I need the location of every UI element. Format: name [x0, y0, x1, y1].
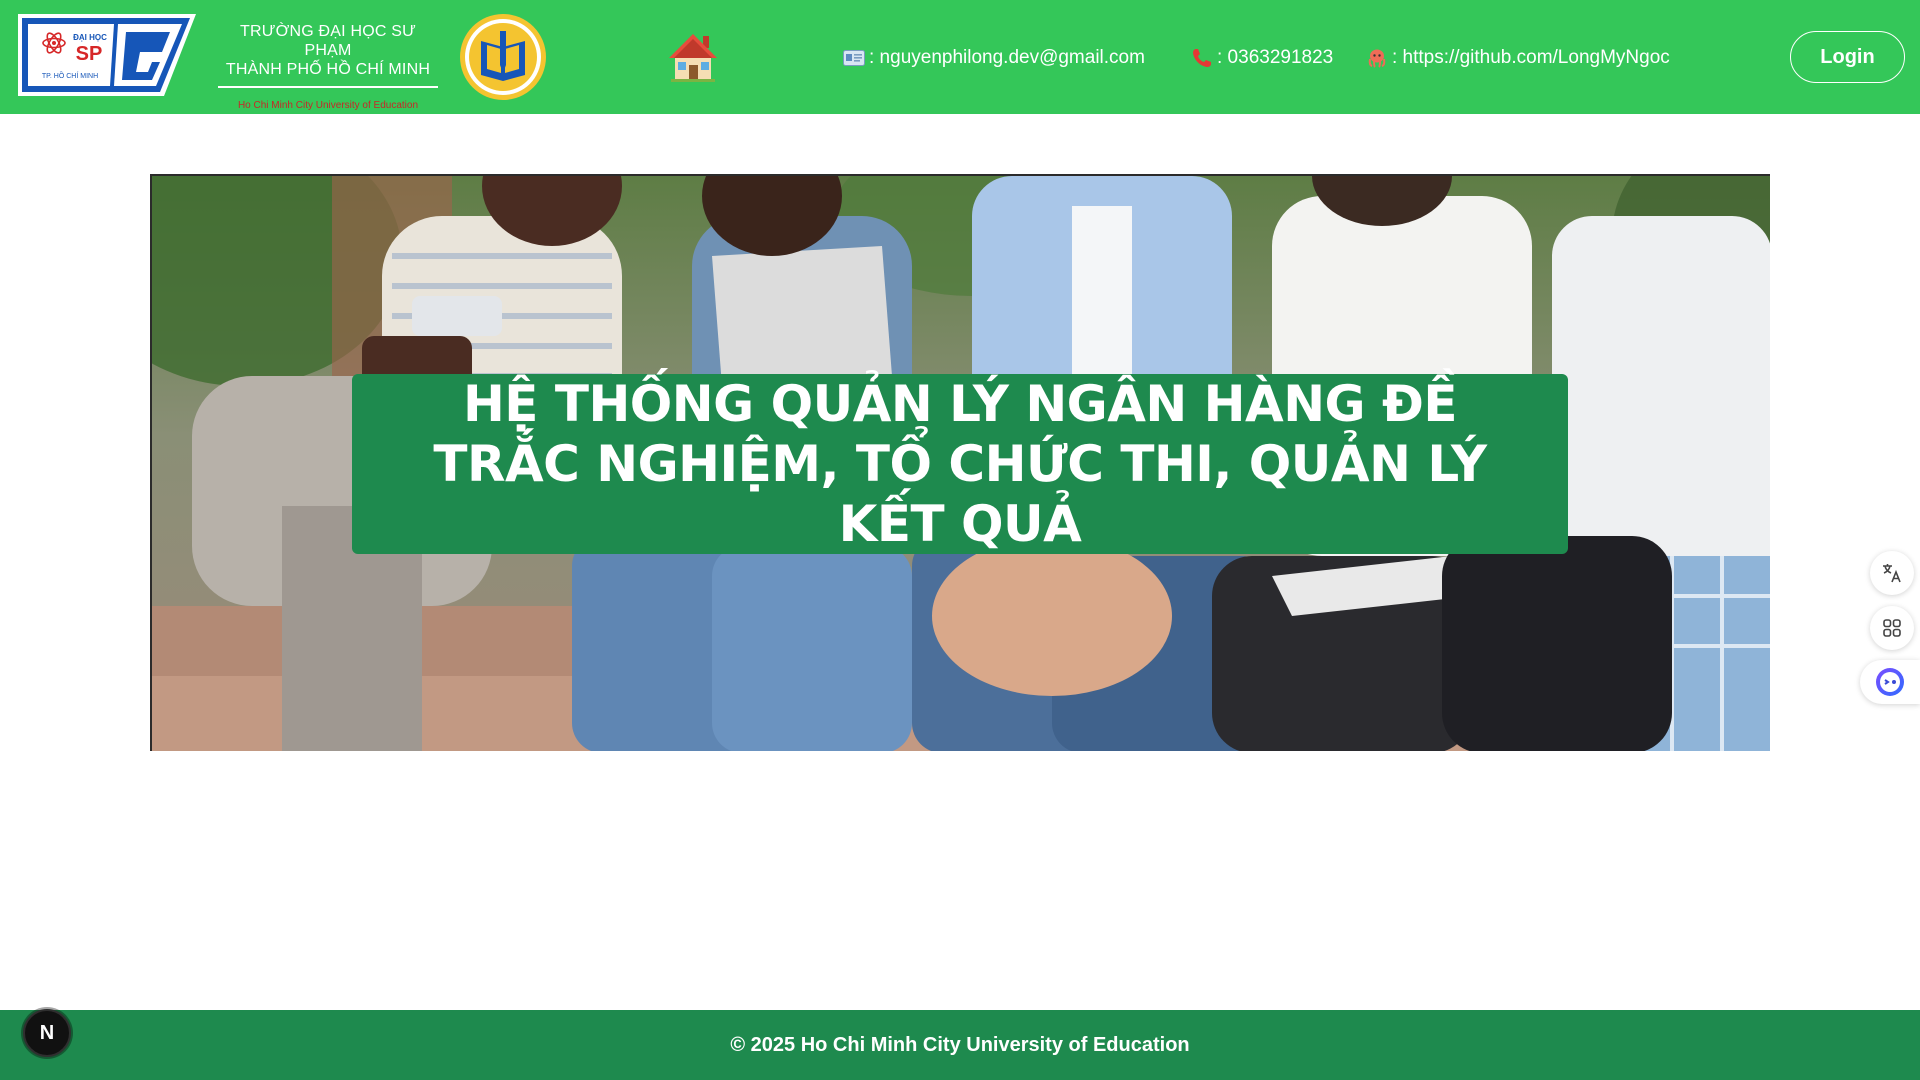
- university-name-divider: [218, 86, 438, 88]
- assistant-icon: [1876, 668, 1904, 696]
- email-text: : nguyenphilong.dev@gmail.com: [869, 47, 1145, 68]
- apps-icon: [1883, 619, 1901, 637]
- hero-section: HỆ THỐNG QUẢN LÝ NGÂN HÀNG ĐỀ TRẮC NGHIỆ…: [150, 174, 1770, 751]
- hero-title: HỆ THỐNG QUẢN LÝ NGÂN HÀNG ĐỀ TRẮC NGHIỆ…: [433, 375, 1487, 553]
- assistant-button[interactable]: [1860, 660, 1920, 704]
- home-link[interactable]: [666, 30, 720, 84]
- next-badge-letter: N: [39, 1021, 55, 1044]
- phone-text: : 0363291823: [1217, 47, 1334, 68]
- university-name-english: Ho Chi Minh City University of Education: [237, 100, 419, 111]
- logo-main-text: SP: [76, 43, 103, 65]
- nextjs-dev-badge[interactable]: N: [23, 1009, 71, 1057]
- page: ĐẠI HỌC SP TP. HỒ CHÍ MINH TRƯỜNG ĐẠI HỌ…: [0, 0, 1920, 1080]
- hero-title-banner: HỆ THỐNG QUẢN LÝ NGÂN HÀNG ĐỀ TRẮC NGHIỆ…: [352, 374, 1568, 554]
- id-card-icon: [843, 50, 865, 66]
- footer-copyright: © 2025 Ho Chi Minh City University of Ed…: [730, 1033, 1190, 1056]
- logo-top-text: ĐẠI HỌC: [73, 33, 107, 42]
- telephone-icon: [1193, 49, 1211, 67]
- university-logo[interactable]: ĐẠI HỌC SP TP. HỒ CHÍ MINH: [14, 10, 200, 100]
- faculty-emblem-logo: [460, 14, 546, 100]
- top-header: ĐẠI HỌC SP TP. HỒ CHÍ MINH TRƯỜNG ĐẠI HỌ…: [0, 0, 1920, 114]
- login-button[interactable]: Login: [1790, 31, 1905, 83]
- apps-button[interactable]: [1870, 606, 1914, 650]
- university-name: TRƯỜNG ĐẠI HỌC SƯ PHẠM THÀNH PHỐ HỒ CHÍ …: [218, 22, 438, 112]
- contact-github[interactable]: : https://github.com/LongMyNgoc: [1366, 44, 1670, 72]
- translate-icon: [1883, 564, 1901, 583]
- house-icon: [669, 34, 717, 82]
- page-footer: © 2025 Ho Chi Minh City University of Ed…: [0, 1010, 1920, 1080]
- github-text: : https://github.com/LongMyNgoc: [1392, 47, 1670, 68]
- university-name-line2: THÀNH PHỐ HỒ CHÍ MINH: [225, 61, 431, 78]
- university-name-line1: TRƯỜNG ĐẠI HỌC SƯ PHẠM: [239, 23, 416, 59]
- contact-phone[interactable]: : 0363291823: [1191, 44, 1333, 72]
- translate-button[interactable]: [1870, 551, 1914, 595]
- octopus-icon: [1368, 49, 1386, 68]
- contact-email[interactable]: : nguyenphilong.dev@gmail.com: [843, 44, 1145, 72]
